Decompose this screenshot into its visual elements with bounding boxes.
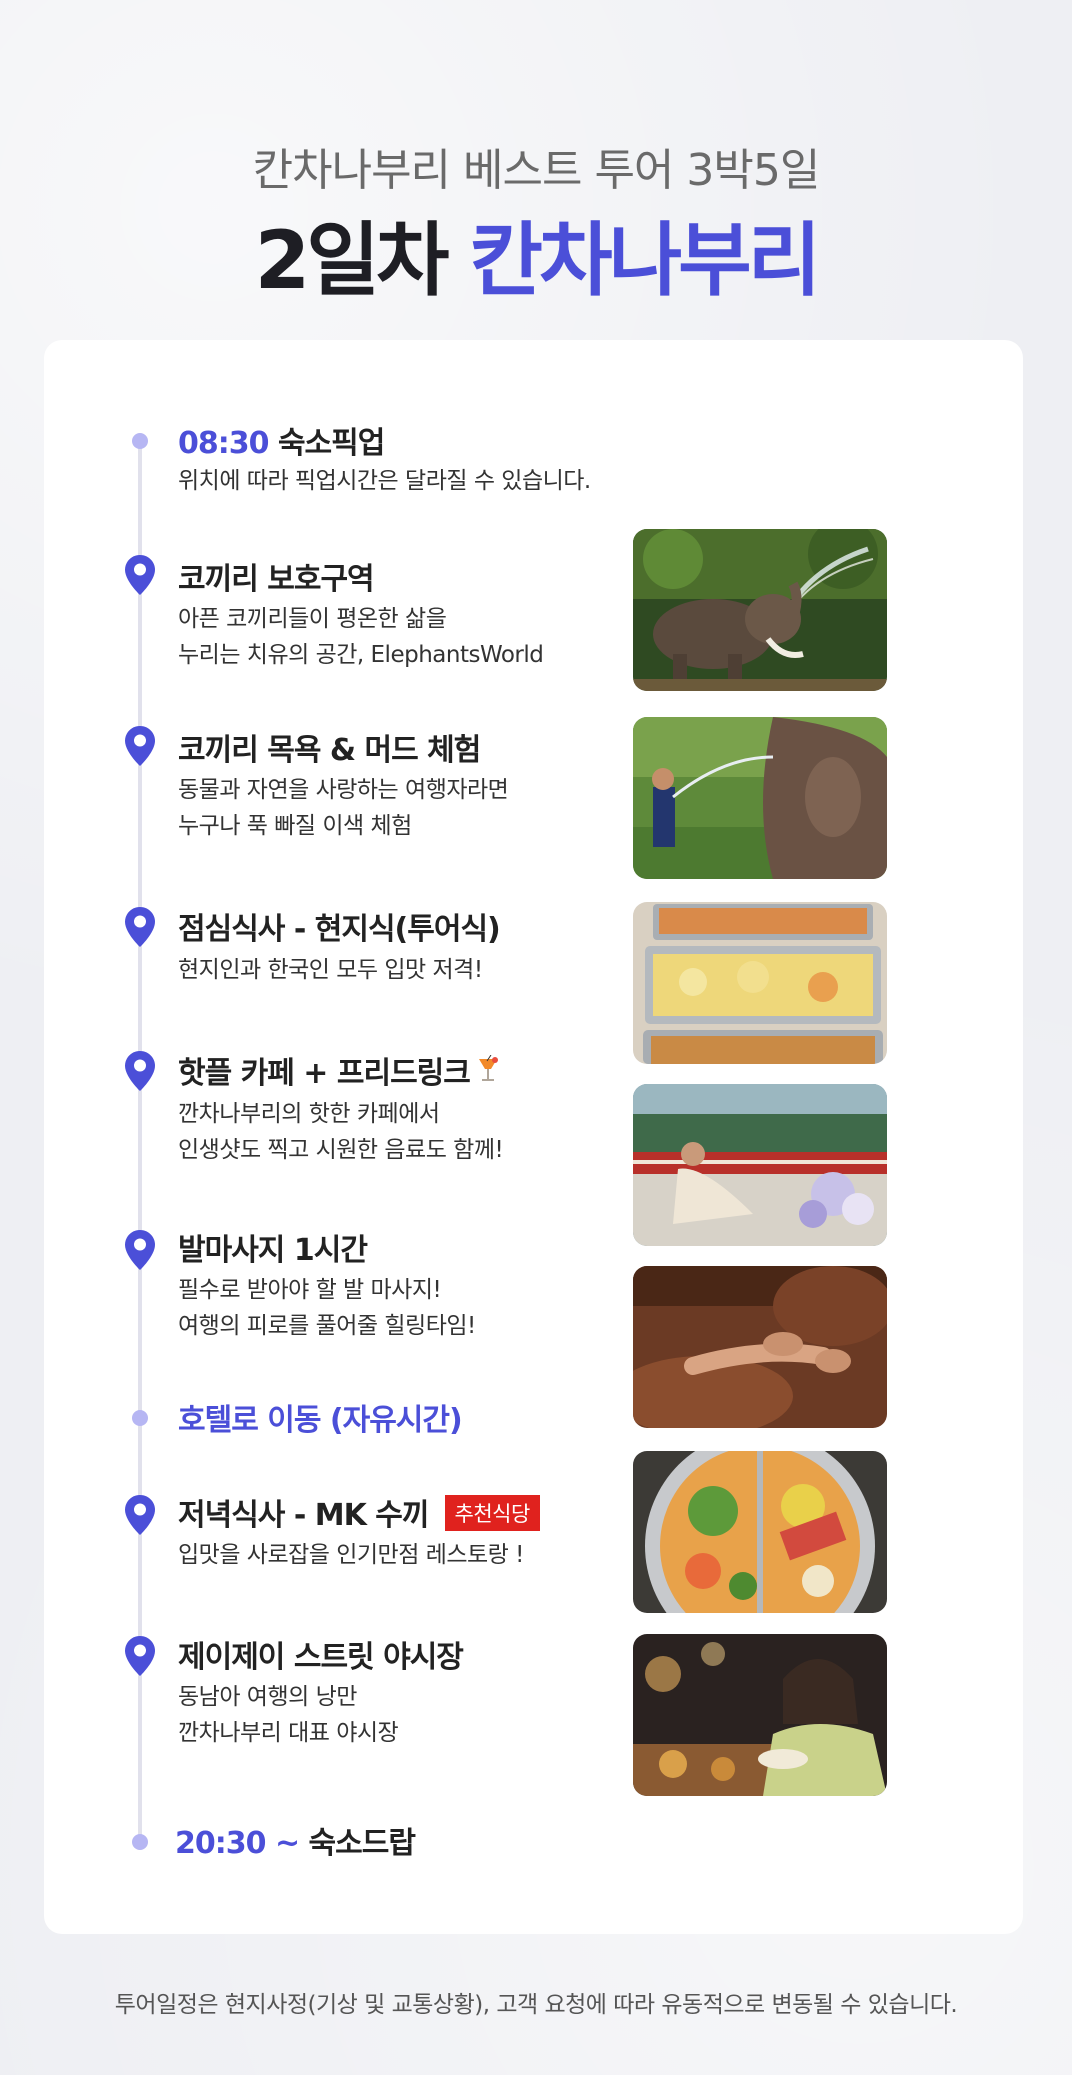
location-pin-icon [122, 553, 158, 597]
foot-massage-photo [633, 1266, 887, 1428]
page-title: 2일차 칸차나부리 [0, 196, 1072, 312]
pickup-desc: 위치에 따라 픽업시간은 달라질 수 있습니다. [178, 468, 591, 494]
location-pin-icon [122, 1634, 158, 1678]
buffet-photo [633, 902, 887, 1064]
lunch-title: 점심식사 - 현지식(투어식) [178, 912, 501, 947]
bath-desc-line1: 동물과 자연을 사랑하는 여행자라면 [178, 777, 509, 803]
cocktail-icon [476, 1054, 500, 1085]
cafe-title-row: 핫플 카페 + 프리드링크 [178, 1048, 500, 1092]
dropoff-title-row: 20:30 ~ 숙소드랍 [175, 1818, 416, 1862]
timeline-line [138, 436, 142, 1836]
massage-desc-line1: 필수로 받아야 할 발 마사지! [178, 1277, 442, 1303]
item-title: 08:30 숙소픽업 [178, 418, 385, 462]
recommended-badge: 추천식당 [444, 1495, 540, 1531]
elephant-spraying-photo [633, 529, 887, 691]
dinner-title-row: 저녁식사 - MK 수끼 추천식당 [178, 1490, 540, 1534]
sanctuary-desc-line2: 누리는 치유의 공간, ElephantsWorld [178, 642, 544, 668]
massage-desc-line2: 여행의 피로를 풀어줄 힐링타임! [178, 1313, 476, 1339]
timeline-dot [132, 1410, 148, 1426]
hotel-title: 호텔로 이동 (자유시간) [178, 1403, 463, 1438]
market-title: 제이제이 스트릿 야시장 [178, 1640, 464, 1675]
dinner-title: 저녁식사 - MK 수끼 [178, 1498, 429, 1533]
timeline-dot [132, 433, 148, 449]
title-day: 2일차 [254, 214, 450, 307]
night-market-photo [633, 1634, 887, 1796]
timeline-dot [132, 1834, 148, 1850]
pickup-time: 08:30 [178, 426, 269, 461]
market-desc-line1: 동남아 여행의 낭만 [178, 1684, 357, 1710]
pickup-title: 숙소픽업 [277, 426, 385, 461]
bath-desc-line2: 누구나 푹 빠질 이색 체험 [178, 813, 412, 839]
location-pin-icon [122, 1228, 158, 1272]
title-place: 칸차나부리 [469, 214, 821, 307]
dinner-desc: 입맛을 사로잡을 인기만점 레스토랑 ! [178, 1542, 524, 1568]
suki-photo [633, 1451, 887, 1613]
page-subtitle: 칸차나부리 베스트 투어 3박5일 [252, 145, 821, 196]
sanctuary-title: 코끼리 보호구역 [178, 562, 375, 597]
location-pin-icon [122, 1493, 158, 1537]
location-pin-icon [122, 905, 158, 949]
cafe-photo [633, 1084, 887, 1246]
itinerary-card: 08:30 숙소픽업 위치에 따라 픽업시간은 달라질 수 있습니다. 코끼리 … [44, 340, 1023, 1934]
dropoff-time: 20:30 ~ [175, 1826, 300, 1861]
bath-title: 코끼리 목욕 & 머드 체험 [178, 733, 481, 768]
cafe-desc-line1: 깐차나부리의 핫한 카페에서 [178, 1101, 440, 1127]
dropoff-title: 숙소드랍 [308, 1826, 416, 1861]
location-pin-icon [122, 724, 158, 768]
elephant-bath-photo [633, 717, 887, 879]
sanctuary-desc-line1: 아픈 코끼리들이 평온한 삶을 [178, 606, 447, 632]
lunch-desc: 현지인과 한국인 모두 입맛 저격! [178, 957, 483, 983]
market-desc-line2: 깐차나부리 대표 야시장 [178, 1720, 399, 1746]
footer-note: 투어일정은 현지사정(기상 및 교통상황), 고객 요청에 따라 유동적으로 변… [114, 1992, 958, 2018]
massage-title: 발마사지 1시간 [178, 1233, 368, 1268]
location-pin-icon [122, 1049, 158, 1093]
cafe-title: 핫플 카페 + 프리드링크 [178, 1056, 471, 1091]
cafe-desc-line2: 인생샷도 찍고 시원한 음료도 함께! [178, 1137, 504, 1163]
